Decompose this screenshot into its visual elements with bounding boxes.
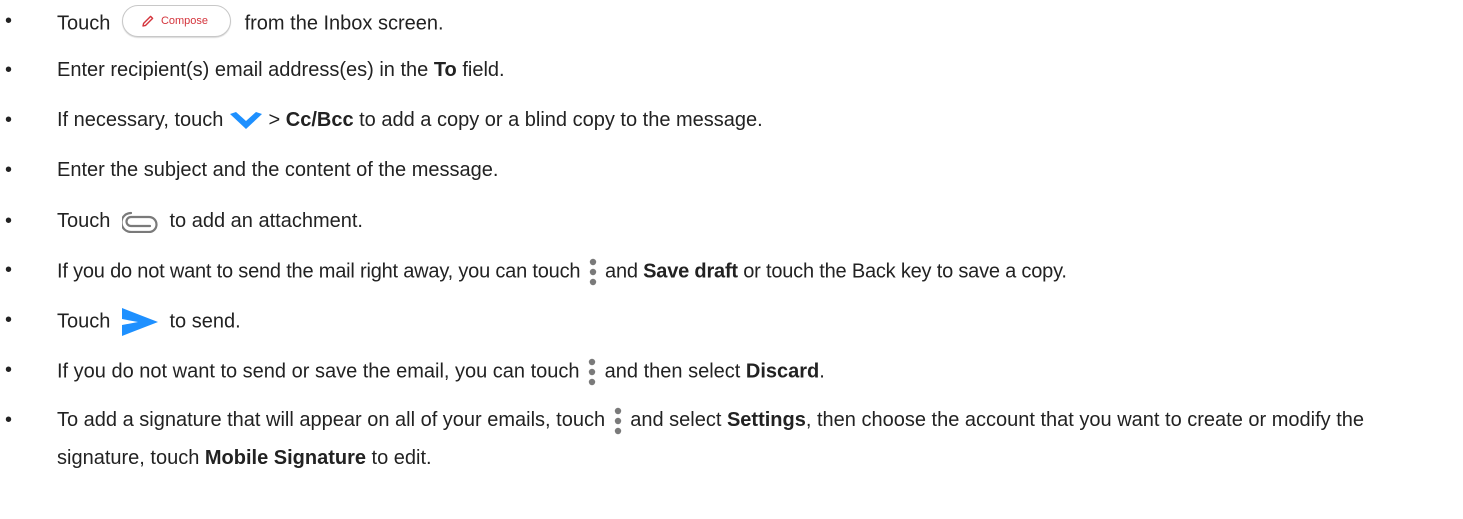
item-text: If you do not want to send the mail righ… (57, 257, 1453, 287)
item-text: If necessary, touch > Cc/Bcc to add a co… (57, 109, 763, 131)
item-text: Touch Compose from the Inbox screen. (57, 5, 1453, 40)
bullet: • (5, 159, 13, 181)
item-text: Enter recipient(s) email address(es) in … (57, 59, 505, 81)
bullet: • (5, 59, 13, 81)
bullet: • (5, 359, 13, 381)
item-text: To add a signature that will appear on a… (57, 401, 1453, 477)
compose-button[interactable]: Compose (121, 5, 232, 37)
item-text: Touch to add an attachment. (57, 210, 363, 233)
bullet: • (5, 259, 13, 281)
bullet: • (5, 109, 13, 131)
send-icon[interactable] (120, 307, 160, 337)
bullet: • (5, 309, 13, 331)
compose-label: Compose (160, 15, 209, 27)
item-text: Touch to send. (57, 307, 1453, 337)
chevron-down-icon[interactable] (229, 111, 263, 131)
paperclip-icon[interactable] (121, 211, 158, 233)
bullet: • (5, 409, 13, 431)
pencil-icon (142, 15, 154, 27)
item-text: Enter the subject and the content of the… (57, 159, 499, 181)
bullet: • (5, 210, 13, 232)
bullet: • (5, 10, 13, 32)
more-vert-icon[interactable] (611, 406, 625, 436)
item-text: If you do not want to send or save the e… (57, 357, 1453, 387)
more-vert-icon[interactable] (585, 357, 599, 387)
more-vert-icon[interactable] (586, 257, 600, 287)
